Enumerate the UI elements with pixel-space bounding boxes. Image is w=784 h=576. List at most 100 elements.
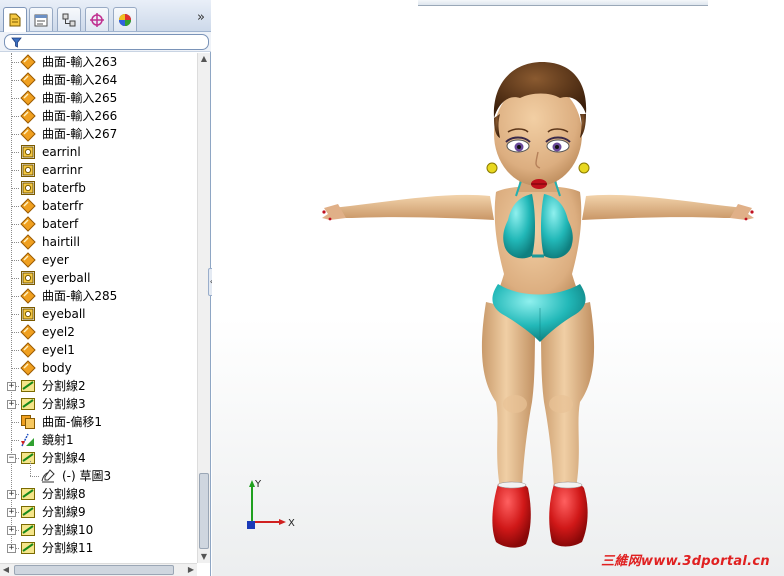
split-line-icon <box>20 540 36 556</box>
watermark-text: 三維网www.3dportal.cn <box>601 554 770 569</box>
expand-toggle-icon[interactable]: + <box>7 382 16 391</box>
imported-surface-icon <box>20 288 36 304</box>
display-manager-tab[interactable] <box>113 7 137 31</box>
tree-item[interactable]: + 分割線10 <box>0 521 197 539</box>
property-manager-tab-icon <box>34 14 48 26</box>
tree-item[interactable]: 曲面-輸入285 <box>0 287 197 305</box>
imported-surface-icon <box>20 252 36 268</box>
imported-surface-icon <box>20 90 36 106</box>
tree-item[interactable]: 曲面-輸入267 <box>0 125 197 143</box>
tree-item[interactable]: baterf <box>0 215 197 233</box>
tree-item[interactable]: 鏡射1 <box>0 431 197 449</box>
imported-surface-icon <box>20 126 36 142</box>
tree-item[interactable]: earrinl <box>0 143 197 161</box>
tree-connector <box>12 98 19 99</box>
expand-tabs-chevron-icon[interactable]: » <box>197 10 205 25</box>
tree-connector <box>12 224 19 225</box>
scroll-right-arrow-icon[interactable]: ▶ <box>185 564 197 576</box>
imported-surface-icon <box>20 72 36 88</box>
tree-connector <box>30 476 39 477</box>
tree-item-label: 分割線8 <box>42 487 86 501</box>
tree-item[interactable]: + 分割線11 <box>0 539 197 557</box>
tree-item[interactable]: eyer <box>0 251 197 269</box>
vertical-scroll-thumb[interactable] <box>199 473 209 549</box>
tree-item[interactable]: 曲面-輸入264 <box>0 71 197 89</box>
expand-toggle-icon[interactable]: + <box>7 490 16 499</box>
imported-surface-icon <box>20 54 36 70</box>
tree-item-label: eyer <box>42 253 69 267</box>
scroll-left-arrow-icon[interactable]: ◀ <box>0 564 12 576</box>
triad-x-label: X <box>288 518 295 529</box>
scroll-up-arrow-icon[interactable]: ▲ <box>198 53 210 65</box>
tree-connector <box>12 368 19 369</box>
tree-connector <box>12 206 19 207</box>
tree-item[interactable]: hairtill <box>0 233 197 251</box>
tree-connector <box>12 116 19 117</box>
heads-up-view-toolbar[interactable] <box>418 0 708 6</box>
tree-item[interactable]: eyel1 <box>0 341 197 359</box>
dimxpert-manager-tab[interactable] <box>85 7 109 31</box>
vertical-scrollbar[interactable]: ▲ ▼ <box>197 53 210 563</box>
tree-item[interactable]: body <box>0 359 197 377</box>
feature-manager-tab-icon <box>9 13 21 27</box>
tree-connector <box>12 188 19 189</box>
tree-item[interactable]: earrinr <box>0 161 197 179</box>
tree-item-label: body <box>42 361 72 375</box>
expand-toggle-icon[interactable]: + <box>7 400 16 409</box>
tree-connector <box>12 62 19 63</box>
tree-item[interactable]: + 分割線9 <box>0 503 197 521</box>
horizontal-scrollbar[interactable]: ◀ ▶ <box>0 563 197 576</box>
offset-surface-icon <box>20 414 36 430</box>
filter-funnel-icon[interactable] <box>11 37 22 48</box>
filter-input[interactable] <box>4 34 209 50</box>
tree-item[interactable]: + 分割線2 <box>0 377 197 395</box>
tree-item[interactable]: + 分割線8 <box>0 485 197 503</box>
tree-item[interactable]: eyel2 <box>0 323 197 341</box>
tree-item-label: eyel1 <box>42 343 75 357</box>
graphics-viewport[interactable]: Y X 三維网www.3dportal.cn <box>212 0 784 576</box>
tree-item-label: 鏡射1 <box>42 433 74 447</box>
solid-body-icon <box>20 144 36 160</box>
tree-item[interactable]: (-) 草圖3 <box>0 461 197 485</box>
property-manager-tab[interactable] <box>29 7 53 31</box>
right-boot <box>549 481 588 547</box>
tree-item-label: baterfr <box>42 199 84 213</box>
tree-connector <box>12 80 19 81</box>
tree-item[interactable]: 曲面-偏移1 <box>0 413 197 431</box>
tree-item[interactable]: baterfr <box>0 197 197 215</box>
expand-toggle-icon[interactable]: + <box>7 526 16 535</box>
horizontal-scroll-thumb[interactable] <box>14 565 174 575</box>
tree-connector <box>12 314 19 315</box>
solid-body-icon <box>20 162 36 178</box>
tree-connector <box>12 152 19 153</box>
tree-item[interactable]: eyerball <box>0 269 197 287</box>
tree-item-label: 分割線11 <box>42 541 94 555</box>
feature-manager-tab[interactable] <box>3 7 27 32</box>
split-line-icon <box>20 378 36 394</box>
left-boot <box>492 481 531 548</box>
imported-surface-icon <box>20 324 36 340</box>
tree-item-label: 曲面-偏移1 <box>42 415 102 429</box>
tree-connector <box>12 242 19 243</box>
tree-item-label: eyeball <box>42 307 86 321</box>
expand-toggle-icon[interactable]: + <box>7 544 16 553</box>
tree-item[interactable]: 曲面-輸入263 <box>0 53 197 71</box>
tree-item-label: baterfb <box>42 181 86 195</box>
split-line-icon <box>20 450 36 466</box>
tree-item[interactable]: 曲面-輸入266 <box>0 107 197 125</box>
expand-toggle-icon[interactable]: + <box>7 508 16 517</box>
left-hand <box>322 204 346 220</box>
tree-item[interactable]: 曲面-輸入265 <box>0 89 197 107</box>
dimxpert-manager-tab-icon <box>90 12 104 27</box>
tree-item[interactable]: baterfb <box>0 179 197 197</box>
tree-item[interactable]: eyeball <box>0 305 197 323</box>
configuration-manager-tab-icon <box>62 13 76 26</box>
configuration-manager-tab[interactable] <box>57 7 81 31</box>
solid-body-icon <box>20 270 36 286</box>
character-model-render <box>322 62 754 548</box>
scroll-down-arrow-icon[interactable]: ▼ <box>198 551 210 563</box>
tree-item[interactable]: + 分割線3 <box>0 395 197 413</box>
tree-connector <box>12 170 19 171</box>
expand-toggle-icon[interactable]: − <box>7 454 16 463</box>
imported-surface-icon <box>20 216 36 232</box>
